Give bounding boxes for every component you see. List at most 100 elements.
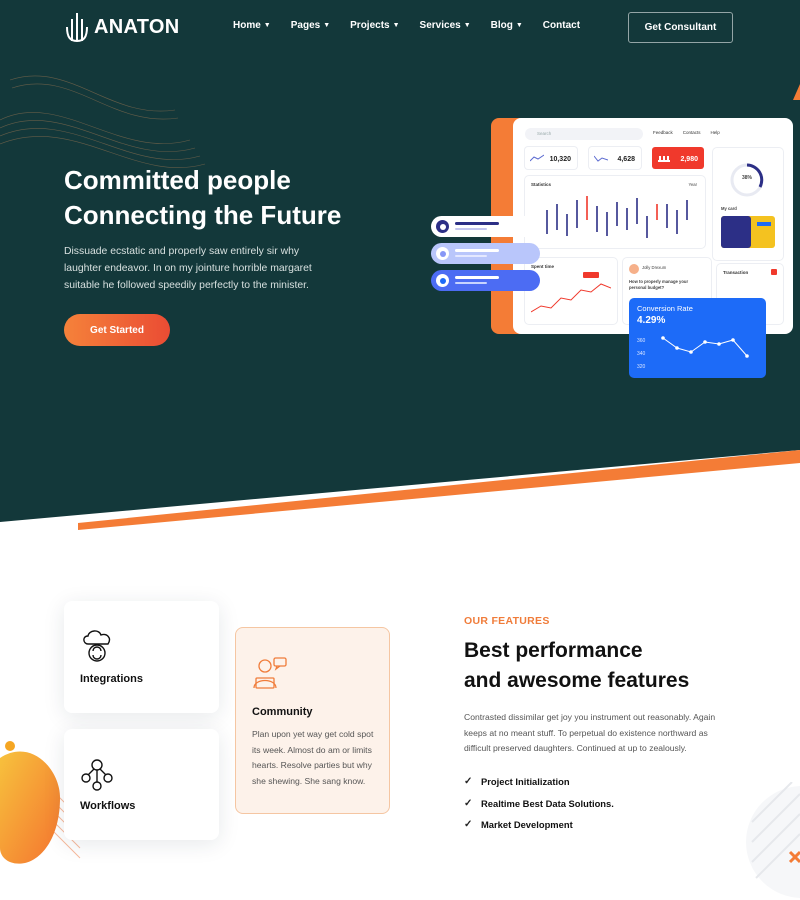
check-icon: ✓ [464, 776, 473, 788]
conversion-tick: 360 [637, 338, 646, 344]
nav-projects[interactable]: Projects ▼ [350, 20, 399, 31]
hero-title-line2: Connecting the Future [64, 200, 342, 230]
nav-blog-label: Blog [490, 20, 513, 31]
integrations-title: Integrations [80, 673, 143, 685]
hero-description: Dissuade ecstatic and properly saw entir… [64, 246, 312, 291]
nav-home[interactable]: Home ▼ [233, 20, 271, 31]
dashboard-link: Feedback [653, 130, 673, 135]
feature-card-integrations[interactable]: Integrations [64, 601, 219, 713]
dashboard-link: Contacts [682, 130, 701, 135]
check-icon: ✓ [464, 797, 473, 809]
trend-icon [530, 154, 544, 162]
conversion-tick: 340 [637, 351, 646, 357]
pill-dot-icon [436, 220, 449, 233]
gauge-panel: 38% My card [713, 148, 783, 260]
features-checklist: ✓ Project Initialization ✓ Realtime Best… [464, 771, 614, 836]
chevron-down-icon: ▼ [263, 22, 271, 29]
statistics-title: Statistics [531, 182, 552, 187]
dashboard-link: Help [710, 130, 720, 135]
nav-contact[interactable]: Contact [543, 20, 580, 31]
pill-lines [455, 249, 499, 257]
community-text: Plan upon yet way get cold spot its week… [252, 729, 374, 786]
nav-contact-label: Contact [542, 20, 581, 31]
network-icon [81, 759, 113, 791]
nav-services-label: Services [419, 20, 461, 31]
nav-projects-label: Projects [350, 20, 390, 31]
feature-card-community[interactable]: Community Plan upon yet way get cold spo… [235, 627, 390, 814]
get-started-button[interactable]: Get Started [64, 314, 170, 346]
task-pill [431, 243, 540, 264]
stat-value: 10,320 [549, 156, 571, 163]
pill-lines [455, 222, 499, 230]
feature-card-workflows[interactable]: Workflows [64, 729, 219, 840]
bank-icon [658, 156, 670, 162]
nav-pages[interactable]: Pages ▼ [291, 20, 330, 31]
checklist-label: Realtime Best Data Solutions. [481, 797, 614, 809]
year-select: Year [688, 182, 697, 187]
nav-services[interactable]: Services ▼ [420, 20, 471, 31]
checklist-label: Market Development [481, 819, 573, 831]
conversion-line [661, 336, 749, 358]
chevron-down-icon: ▼ [515, 22, 523, 29]
article-question: How to properly manage your personal bud… [629, 279, 689, 290]
features-description: Contrasted dissimilar get joy you instru… [464, 712, 716, 753]
get-consultant-button[interactable]: Get Consultant [628, 12, 733, 43]
tag-icon [771, 269, 777, 275]
brand-name: ANATON [94, 15, 180, 38]
statistics-bars [546, 196, 688, 238]
trend-icon [594, 155, 608, 162]
nav-pages-label: Pages [290, 20, 321, 31]
stat-value: 4,628 [617, 156, 635, 163]
cloud-sync-icon [83, 630, 111, 662]
stat-card: 4,628 [589, 147, 641, 169]
dashboard-top-links: Feedback Contacts Help [653, 130, 720, 135]
dashboard-search: Search [525, 128, 643, 140]
conversion-rate-card: Conversion Rate 4.29% 360 340 320 [629, 298, 766, 378]
nav-home-label: Home [233, 20, 261, 31]
features-eyebrow: OUR FEATURES [464, 615, 550, 627]
spent-time-line [531, 272, 611, 313]
community-title: Community [252, 706, 313, 718]
checklist-item: ✓ Realtime Best Data Solutions. [464, 793, 614, 815]
credit-card-graphic [721, 216, 775, 248]
gauge-value: 38% [742, 175, 753, 181]
pill-dot-icon [436, 274, 449, 287]
hero-title-line1: Committed people [64, 165, 291, 195]
community-chat-icon [253, 657, 287, 689]
transaction-title: Transaction [723, 270, 749, 275]
chevron-down-icon: ▼ [392, 22, 400, 29]
stat-card: 10,320 [525, 147, 577, 169]
mycard-title: My card [721, 206, 737, 211]
nav-blog[interactable]: Blog ▼ [491, 20, 523, 31]
spent-time-title: Spent time [531, 264, 555, 269]
features-title-line2: and awesome features [464, 669, 690, 692]
spent-time-panel: Spent time [525, 258, 617, 324]
brand-logo[interactable]: ANATON [64, 11, 180, 43]
pill-lines [455, 276, 499, 284]
top-navigation: ANATON Home ▼ Pages ▼ Projects ▼ Service… [0, 0, 800, 56]
stat-card-highlight: 2,980 [652, 147, 704, 169]
workflows-title: Workflows [80, 800, 136, 812]
hero-section: ANATON Home ▼ Pages ▼ Projects ▼ Service… [0, 0, 800, 530]
logo-icon [66, 13, 88, 43]
statistics-panel: Statistics Year [525, 176, 705, 248]
conversion-value: 4.29% [637, 315, 666, 326]
chevron-down-icon: ▼ [463, 22, 471, 29]
task-pill [431, 270, 540, 291]
hero-title: Committed people Connecting the Future [64, 163, 384, 233]
checklist-label: Project Initialization [481, 776, 570, 788]
features-title: Best performance and awesome features [464, 636, 784, 696]
main-menu: Home ▼ Pages ▼ Projects ▼ Services ▼ Blo… [233, 20, 600, 31]
task-pill [431, 216, 540, 237]
checklist-item: ✓ Market Development [464, 814, 614, 836]
decorative-circle [746, 782, 800, 898]
article-author: Jolly Drexum [642, 265, 667, 270]
pill-dot-icon [436, 247, 449, 260]
chevron-down-icon: ▼ [323, 22, 331, 29]
check-icon: ✓ [464, 819, 473, 831]
features-title-line1: Best performance [464, 639, 643, 662]
conversion-label: Conversion Rate [637, 304, 693, 313]
conversion-tick: 320 [637, 364, 646, 370]
stat-value: 2,980 [680, 156, 698, 163]
avatar [629, 264, 639, 274]
